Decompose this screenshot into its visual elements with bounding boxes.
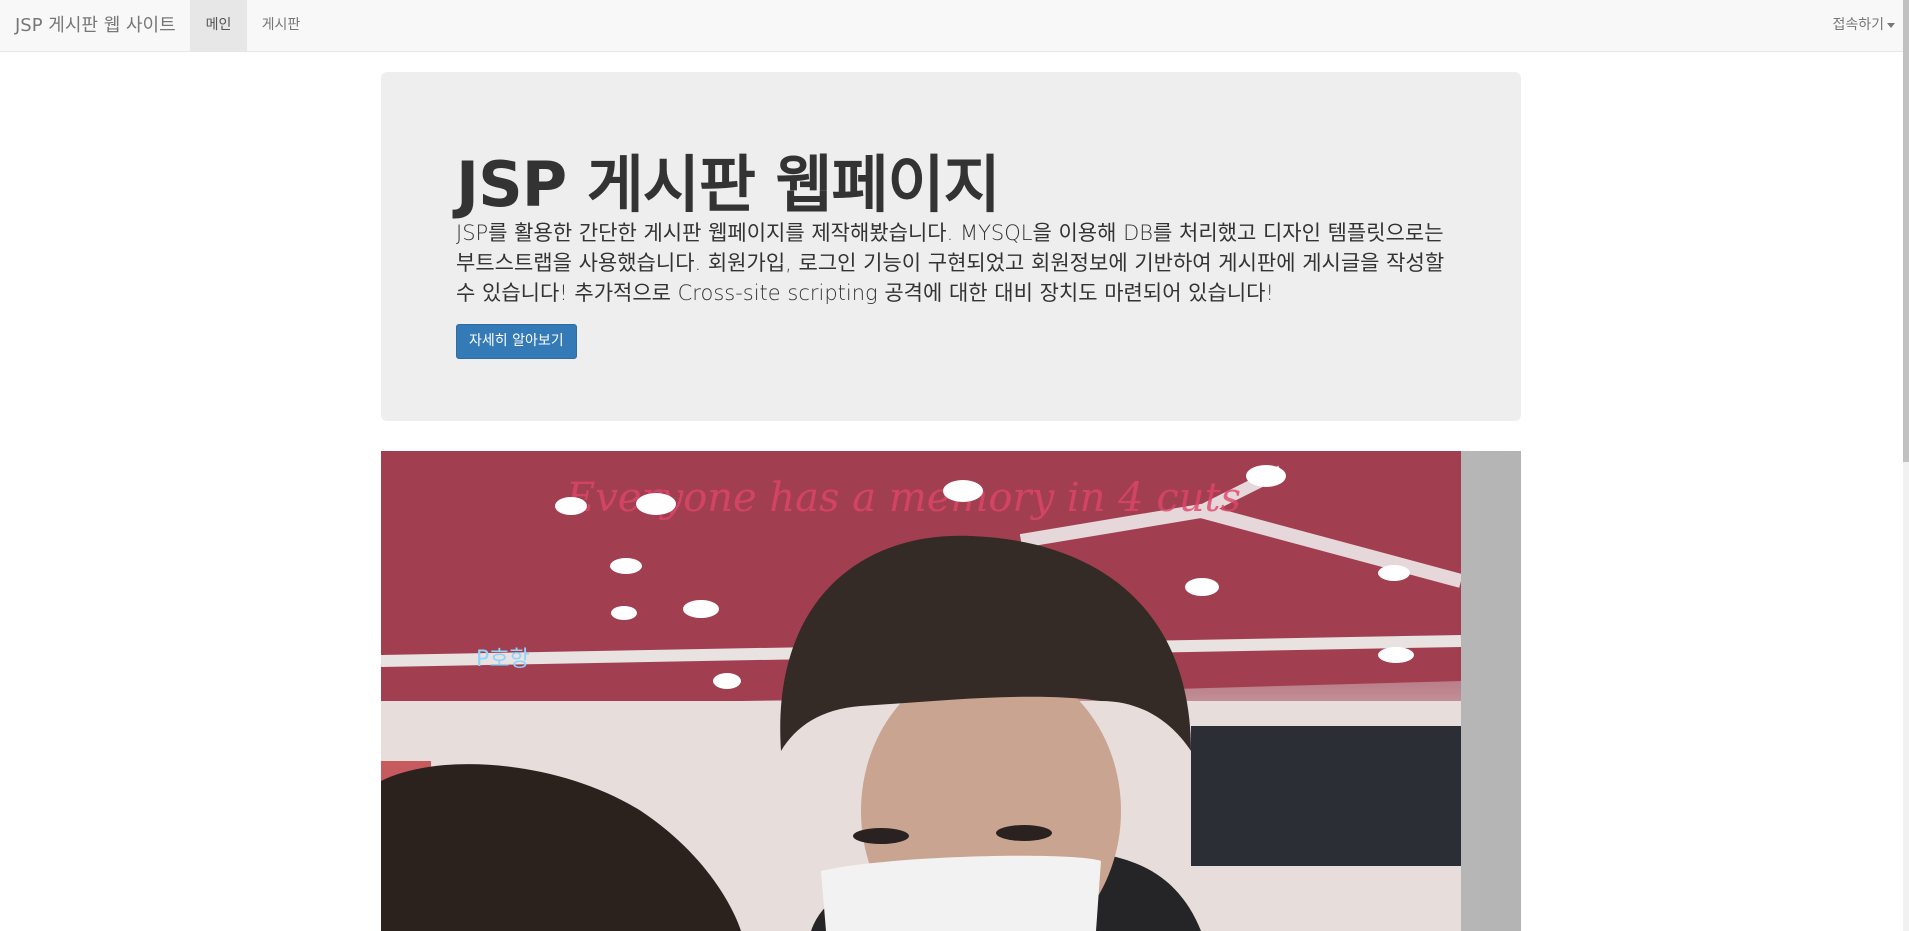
vertical-scrollbar[interactable] xyxy=(1903,0,1909,931)
jumbotron: JSP 게시판 웹페이지 JSP를 활용한 간단한 게시판 웹페이지를 제작해봤… xyxy=(381,72,1521,421)
left-eye xyxy=(853,828,909,844)
photo-container: Everyone has a memory in 4 cuts P호항 xyxy=(381,451,1521,931)
navbar-brand[interactable]: JSP 게시판 웹 사이트 xyxy=(15,0,176,51)
window-sign: P호항 xyxy=(476,647,530,672)
page-description: JSP를 활용한 간단한 게시판 웹페이지를 제작해봤습니다. MYSQL을 이… xyxy=(456,221,1445,305)
caret-down-icon xyxy=(1887,22,1895,28)
nav-item-main[interactable]: 메인 xyxy=(190,0,247,51)
face-mask xyxy=(821,855,1101,931)
top-navbar: JSP 게시판 웹 사이트 메인 게시판 접속하기 xyxy=(0,0,1903,52)
learn-more-button[interactable]: 자세히 알아보기 xyxy=(456,324,577,359)
connect-dropdown[interactable]: 접속하기 xyxy=(1832,0,1895,51)
window xyxy=(1191,726,1461,866)
scrollbar-thumb[interactable] xyxy=(1903,0,1909,462)
main-photo: Everyone has a memory in 4 cuts P호항 xyxy=(381,451,1461,931)
page-title: JSP 게시판 웹페이지 xyxy=(456,148,1001,221)
right-eye xyxy=(996,825,1052,841)
nav-item-board[interactable]: 게시판 xyxy=(247,0,315,51)
photo-illustration: Everyone has a memory in 4 cuts P호항 xyxy=(381,451,1461,931)
connect-dropdown-label: 접속하기 xyxy=(1832,17,1884,33)
